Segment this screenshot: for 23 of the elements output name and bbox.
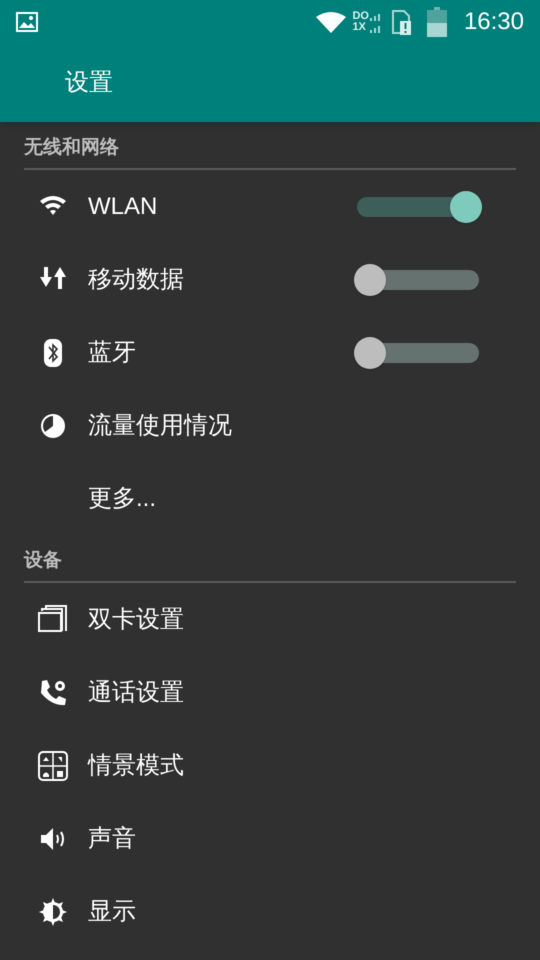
battery-icon xyxy=(426,7,448,37)
clock: 16:30 xyxy=(464,7,524,37)
settings-item[interactable]: 显示 xyxy=(0,875,540,948)
stacked-cards-icon xyxy=(38,604,68,634)
settings-item[interactable]: 通话设置 xyxy=(0,656,540,729)
brightness-icon xyxy=(38,896,68,926)
image-icon xyxy=(16,12,38,32)
sim-alert-icon xyxy=(392,9,412,35)
screen-title: 设置 xyxy=(65,68,113,98)
settings-item[interactable]: 移动数据 xyxy=(0,243,540,316)
settings-item[interactable]: 声音 xyxy=(0,802,540,875)
settings-item[interactable]: WLAN xyxy=(0,170,540,243)
network-type-label: DO xyxy=(352,11,369,22)
grid-icons-icon xyxy=(38,750,68,780)
settings-item[interactable]: 流量使用情况 xyxy=(0,389,540,462)
wifi-icon xyxy=(316,11,346,33)
settings-item[interactable]: 更多... xyxy=(0,462,540,535)
settings-item[interactable]: 情景模式 xyxy=(0,729,540,802)
settings-item[interactable]: 双卡设置 xyxy=(0,583,540,656)
network-type-label: 1X xyxy=(352,22,367,33)
settings-item[interactable]: 蓝牙 xyxy=(0,316,540,389)
section-header: 设备 xyxy=(24,548,62,572)
section-header: 无线和网络 xyxy=(24,136,119,160)
